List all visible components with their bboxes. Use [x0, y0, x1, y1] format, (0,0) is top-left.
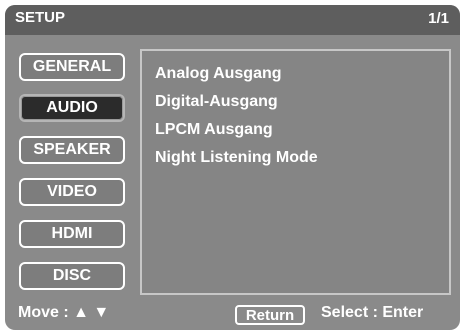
- menu-item-label: HDMI: [51, 225, 93, 242]
- menu-item-speaker[interactable]: SPEAKER: [19, 136, 125, 164]
- setup-screen: SETUP 1/1 GENERAL AUDIO SPEAKER VIDEO HD…: [5, 5, 460, 330]
- page-indicator: 1/1: [428, 10, 449, 27]
- option-night-listening-mode[interactable]: Night Listening Mode: [155, 149, 318, 167]
- menu-item-video[interactable]: VIDEO: [19, 178, 125, 206]
- move-hint: Move : ▲ ▼: [18, 304, 110, 321]
- menu-item-audio[interactable]: AUDIO: [19, 94, 125, 122]
- menu-item-label: DISC: [52, 267, 92, 284]
- select-hint: Select : Enter: [321, 304, 424, 321]
- setup-title: SETUP: [15, 9, 66, 26]
- title-bar: SETUP 1/1: [5, 5, 460, 35]
- menu-item-label: GENERAL: [32, 58, 112, 75]
- option-analog-output[interactable]: Analog Ausgang: [155, 65, 282, 83]
- audio-options-panel: Analog Ausgang Digital-Ausgang LPCM Ausg…: [140, 49, 451, 295]
- option-digital-output[interactable]: Digital-Ausgang: [155, 93, 278, 111]
- menu-item-general[interactable]: GENERAL: [19, 53, 125, 81]
- menu-item-label: AUDIO: [46, 99, 98, 116]
- menu-item-disc[interactable]: DISC: [19, 262, 125, 290]
- return-label: Return: [245, 306, 295, 324]
- option-lpcm-output[interactable]: LPCM Ausgang: [155, 121, 273, 139]
- return-button[interactable]: Return: [235, 305, 305, 325]
- menu-item-label: SPEAKER: [33, 141, 111, 158]
- menu-item-hdmi[interactable]: HDMI: [19, 220, 125, 248]
- menu-item-label: VIDEO: [47, 183, 97, 200]
